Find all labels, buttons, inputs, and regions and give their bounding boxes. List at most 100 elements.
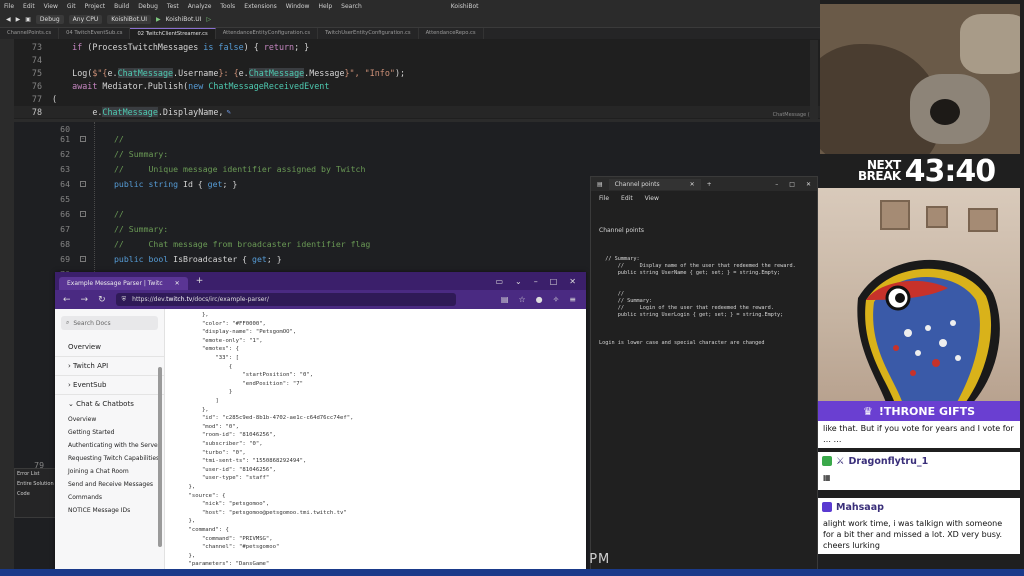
reload-icon[interactable]: ↻	[98, 295, 106, 305]
docs-sidebar-scrollbar[interactable]	[158, 367, 162, 547]
menu-extensions[interactable]: Extensions	[244, 3, 277, 10]
menu-git[interactable]: Git	[67, 3, 76, 10]
menu-search[interactable]: Search	[341, 3, 362, 10]
bookmark-star-icon[interactable]: ☆	[518, 295, 525, 304]
keyword: public	[114, 179, 144, 190]
menu-help[interactable]: Help	[318, 3, 332, 10]
menu-debug[interactable]: Debug	[138, 3, 158, 10]
save-icon[interactable]: ▣	[25, 16, 31, 23]
back-icon[interactable]: ◀	[6, 16, 11, 23]
run-without-debug-icon[interactable]: ▷	[206, 16, 211, 23]
notepad-menu-file[interactable]: File	[599, 195, 609, 202]
line-number: 69	[60, 254, 70, 265]
collapse-icon[interactable]: -	[80, 181, 86, 188]
docs-subnav-authenticating[interactable]: Authenticating with the Server	[55, 439, 164, 452]
code-line: 73 if (ProcessTwitchMessages is false) {…	[14, 41, 820, 53]
code-editor-top[interactable]: 73 if (ProcessTwitchMessages is false) {…	[14, 39, 820, 119]
keyword: return	[263, 42, 295, 52]
menu-build[interactable]: Build	[114, 3, 129, 10]
line-number: 73	[31, 42, 42, 52]
identifier: ChatMessage	[102, 107, 158, 117]
tab-twitcheventsub[interactable]: 04 TwitchEventSub.cs	[59, 28, 131, 39]
menu-edit[interactable]: Edit	[23, 3, 35, 10]
line-number: 68	[60, 239, 70, 250]
notepad-menu-edit[interactable]: Edit	[621, 195, 633, 202]
menu-project[interactable]: Project	[85, 3, 106, 10]
menu-icon[interactable]: ≡	[569, 295, 576, 304]
close-icon[interactable]: ✕	[806, 181, 811, 188]
close-tab-icon[interactable]: ✕	[175, 280, 180, 287]
address-bar[interactable]: ⛨ https://dev.twitch.tv/docs/irc/example…	[115, 293, 456, 306]
shield-icon[interactable]: ⛨	[122, 296, 127, 304]
docs-subnav-getting-started[interactable]: Getting Started	[55, 426, 164, 439]
docs-subnav-notice-ids[interactable]: NOTICE Message IDs	[55, 504, 164, 517]
keyword: bool	[148, 254, 169, 265]
code-line: 76 await Mediator.Publish(new ChatMessag…	[14, 80, 820, 92]
menu-file[interactable]: File	[4, 3, 14, 10]
keyword: string	[148, 179, 179, 190]
run-button-icon[interactable]: ▶	[156, 16, 161, 23]
tab-twitchuser-config[interactable]: TwitchUserEntityConfiguration.cs	[318, 28, 419, 39]
back-icon[interactable]: ←	[63, 295, 71, 305]
code-text: public bool IsBroadcaster { get; }	[114, 254, 282, 265]
docs-nav-twitch-api[interactable]: › Twitch API	[55, 357, 164, 376]
platform-select[interactable]: Any CPU	[68, 15, 103, 24]
code-text: if (ProcessTwitchMessages is false) { re…	[72, 42, 310, 52]
identifier: ChatMessage	[117, 68, 174, 78]
collapse-icon[interactable]: -	[80, 136, 86, 143]
profile-icon[interactable]: ●	[536, 295, 543, 304]
maximize-icon[interactable]: □	[789, 181, 795, 188]
editor-scrollbar[interactable]	[810, 40, 818, 120]
run-button[interactable]: KoishiBot.UI	[166, 16, 202, 23]
forward-icon[interactable]: ▶	[16, 16, 21, 23]
menu-view[interactable]: View	[44, 3, 58, 10]
minimize-icon[interactable]: –	[534, 277, 538, 286]
notepad-line: // Summary:	[599, 256, 640, 262]
dropdown-icon[interactable]: ⌄	[515, 277, 522, 286]
docs-subnav-send-receive[interactable]: Send and Receive Messages	[55, 478, 164, 491]
docs-nav-chat[interactable]: ⌄ Chat & Chatbots	[55, 395, 164, 413]
reader-icon[interactable]: ▤	[501, 295, 509, 304]
close-tab-icon[interactable]: ✕	[690, 181, 695, 188]
docs-subnav-commands[interactable]: Commands	[55, 491, 164, 504]
collapse-icon[interactable]: -	[80, 256, 86, 263]
url-prefix: https://dev.	[132, 296, 167, 303]
docs-nav-eventsub[interactable]: › EventSub	[55, 376, 164, 395]
menu-window[interactable]: Window	[286, 3, 310, 10]
chat-username: Mahsaap	[836, 501, 884, 513]
notepad-window: ▤ Channel points ✕ + – □ ✕ File Edit Vie…	[590, 176, 818, 576]
close-icon[interactable]: ✕	[569, 277, 576, 286]
tab-attendance-config[interactable]: AttendanceEntityConfiguration.cs	[216, 28, 319, 39]
tab-attendancerepo[interactable]: AttendanceRepo.cs	[419, 28, 484, 39]
menu-test[interactable]: Test	[167, 3, 179, 10]
docs-subnav-capabilities[interactable]: Requesting Twitch Capabilities	[55, 452, 164, 465]
json-line: },	[175, 518, 196, 525]
maximize-icon[interactable]: □	[550, 277, 558, 286]
project-select[interactable]: KoishiBot.UI	[107, 15, 152, 24]
tab-channelpoints[interactable]: ChannelPoints.cs	[0, 28, 60, 39]
docs-subnav-overview[interactable]: Overview	[55, 413, 164, 426]
tab-twitchclientstreamer[interactable]: 02 TwitchClientStreamer.cs	[130, 28, 216, 39]
forward-icon[interactable]: →	[81, 295, 89, 305]
collapse-icon[interactable]: -	[80, 211, 86, 218]
cam-shape	[960, 14, 1020, 74]
new-tab-icon[interactable]: +	[707, 181, 712, 188]
browser-tab[interactable]: Example Message Parser | Twitc ✕	[59, 277, 188, 290]
ide-side-toolstrip[interactable]	[0, 39, 14, 576]
notepad-menu-view[interactable]: View	[645, 195, 659, 202]
json-line: "tmi-sent-ts": "1550868292494",	[175, 458, 307, 465]
config-select[interactable]: Debug	[35, 15, 64, 24]
minimize-icon[interactable]: –	[775, 181, 778, 188]
menu-analyze[interactable]: Analyze	[188, 3, 212, 10]
docs-search-input[interactable]: ⌕ Search Docs	[61, 316, 158, 330]
menu-tools[interactable]: Tools	[220, 3, 235, 10]
lizard-avatar-icon	[857, 259, 1000, 402]
notepad-text-area[interactable]: Channel points // Summary: // Display na…	[591, 205, 817, 369]
pencil-icon[interactable]: ✎	[226, 108, 230, 116]
extensions-icon[interactable]: ✧	[553, 295, 560, 304]
docs-nav-overview[interactable]: Overview	[55, 338, 164, 357]
docs-subnav-joining[interactable]: Joining a Chat Room	[55, 465, 164, 478]
new-tab-icon[interactable]: +	[196, 276, 204, 286]
notepad-tab[interactable]: Channel points ✕	[608, 178, 701, 190]
tab-overview-icon[interactable]: ▭	[495, 277, 503, 286]
